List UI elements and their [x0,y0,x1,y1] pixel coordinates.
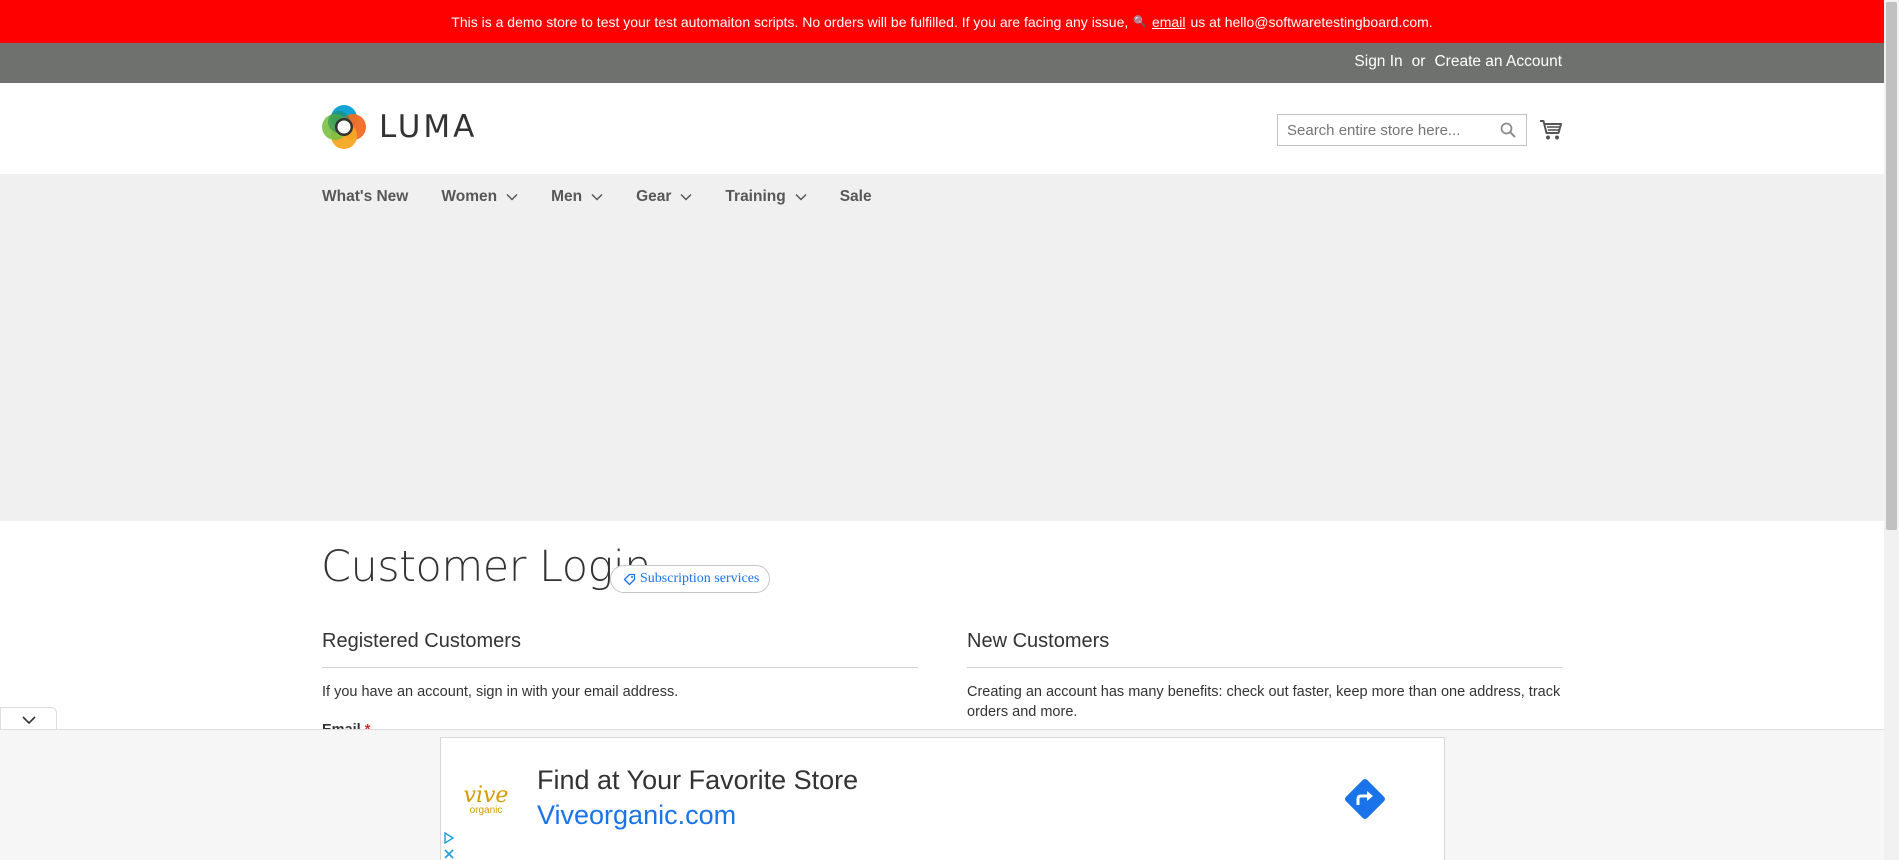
key-icon: 🔍 [1133,16,1147,28]
ad-url-link[interactable]: Viveorganic.com [537,800,736,831]
demo-notice-bar: This is a demo store to test your test a… [0,0,1884,43]
top-links-bar: Sign In or Create an Account [0,43,1884,83]
ad-banner-area: vive organic Find at Your Favorite Store… [0,729,1884,860]
ad-banner[interactable]: vive organic Find at Your Favorite Store… [440,737,1445,860]
page-title: Customer Login [321,542,652,592]
ad-brand-logo: vive organic [461,783,511,820]
nav-item-label: Men [551,188,583,205]
chevron-down-icon [21,715,36,724]
nav-item-label: Training [725,188,786,205]
ad-headline: Find at Your Favorite Store [537,765,859,795]
store-logo[interactable]: LUMA [322,105,477,149]
new-customers-title: New Customers [967,630,1110,652]
nav-item-label: Gear [636,188,672,205]
ad-logo-brand: vive [463,783,509,808]
ad-collapse-toggle[interactable] [0,707,57,731]
sign-in-link[interactable]: Sign In [1354,53,1402,71]
nav-item-men[interactable]: Men [551,188,603,206]
new-customers-text: Creating an account has many benefits: c… [967,684,1561,720]
luma-logo-icon [322,105,366,149]
nav-item-label: What's New [322,188,409,205]
registered-customers-title: Registered Customers [322,630,521,652]
chevron-down-icon [795,193,807,201]
tag-icon [623,573,636,585]
new-customers-divider [967,667,1563,668]
search-icon[interactable] [1499,121,1517,139]
or-separator: or [1411,53,1426,70]
directions-arrow-icon[interactable] [1341,775,1389,823]
chevron-down-icon [591,193,603,201]
nav-item-label: Women [441,188,498,205]
main-navigation: What's New Women Men Gear Training Sale [0,174,1884,521]
email-link[interactable]: email [1152,14,1185,30]
nav-item-gear[interactable]: Gear [636,188,692,206]
logo-text: LUMA [379,109,478,145]
registered-divider [322,667,918,668]
close-icon[interactable] [443,848,455,860]
scrollbar[interactable] [1884,0,1899,860]
create-account-link[interactable]: Create an Account [1434,53,1562,71]
nav-list: What's New Women Men Gear Training Sale [322,188,905,206]
nav-item-women[interactable]: Women [441,188,518,206]
chevron-down-icon [680,193,692,201]
search-input[interactable]: Search entire store here... [1277,114,1527,146]
nav-item-sale[interactable]: Sale [840,188,872,206]
nav-item-label: Sale [839,188,872,205]
site-header: LUMA Search entire store here... [0,83,1884,174]
subscription-services-button[interactable]: Subscription services [610,565,771,593]
search-placeholder: Search entire store here... [1287,121,1461,139]
registered-customers-text: If you have an account, sign in with you… [322,684,679,700]
nav-item-what-s-new[interactable]: What's New [322,188,408,206]
cart-icon[interactable] [1539,119,1563,141]
subscription-services-label: Subscription services [640,571,760,586]
scrollbar-thumb[interactable] [1886,2,1897,530]
nav-item-training[interactable]: Training [725,188,807,206]
ad-choices-icon[interactable] [443,832,455,844]
demo-notice-text-after: us at hello@softwaretestingboard.com. [1190,13,1433,30]
chevron-down-icon [506,193,518,201]
demo-notice-text: This is a demo store to test your test a… [451,13,1129,30]
